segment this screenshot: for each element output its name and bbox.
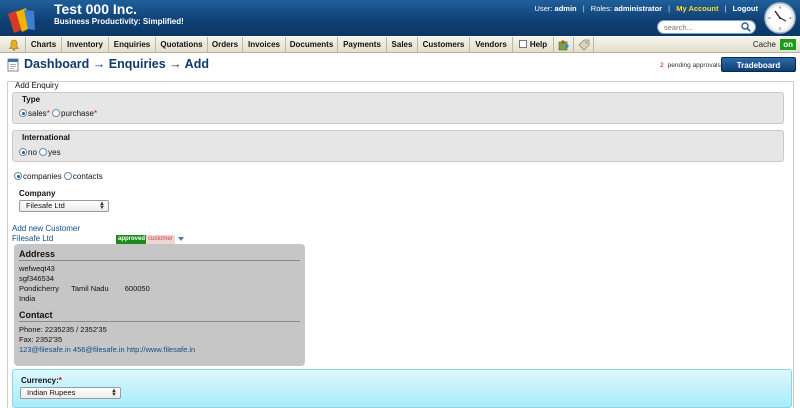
form-legend: Add Enquiry bbox=[15, 81, 59, 90]
nav-item-inventory[interactable]: Inventory bbox=[62, 37, 109, 53]
address-heading: Address bbox=[19, 249, 56, 259]
nav-item-payments[interactable]: Payments bbox=[338, 37, 387, 53]
type-radio-sales[interactable] bbox=[19, 109, 27, 117]
nav-puzzle[interactable] bbox=[554, 37, 574, 53]
address-city-line: Pondicherry Tamil Nadu 600050 bbox=[19, 284, 150, 293]
search-input[interactable] bbox=[664, 21, 744, 33]
customer-name-link[interactable]: Filesafe Ltd bbox=[12, 234, 53, 243]
currency-label-wrap: Currency:* bbox=[21, 376, 62, 385]
cache-label: Cache bbox=[752, 40, 776, 49]
pending-count: 2 bbox=[660, 62, 664, 69]
contact-phone: Phone: 2235235 / 2352'35 bbox=[19, 325, 107, 334]
company-name: Test 000 Inc. bbox=[54, 1, 138, 17]
contact-divider bbox=[19, 321, 300, 322]
user-name: admin bbox=[554, 4, 577, 13]
nav-item-sales[interactable]: Sales bbox=[387, 37, 418, 53]
my-account-link[interactable]: My Account bbox=[676, 4, 718, 13]
document-icon bbox=[7, 58, 19, 72]
nav-item-help[interactable]: Help bbox=[530, 40, 547, 49]
type-fieldset bbox=[12, 92, 784, 124]
customer-badge: customer bbox=[146, 235, 175, 244]
cache-control[interactable]: Cache on bbox=[753, 39, 796, 51]
page-title: Dashboard → Enquiries → Add bbox=[24, 57, 209, 71]
party-option-companies[interactable]: companies bbox=[23, 172, 62, 181]
nav-tag[interactable] bbox=[574, 37, 594, 53]
tagline: Business Productivity: Simplified! bbox=[54, 17, 184, 26]
nav-item-enquiries[interactable]: Enquiries bbox=[109, 37, 156, 53]
customer-details-panel: Address wefweqt43 sgf346534 Pondicherry … bbox=[14, 244, 305, 366]
party-options: companies contacts bbox=[14, 172, 103, 181]
address-line2: sgf346534 bbox=[19, 274, 55, 283]
nav-item-customers[interactable]: Customers bbox=[418, 37, 470, 53]
type-radio-purchase[interactable] bbox=[52, 109, 61, 117]
international-fieldset bbox=[12, 130, 784, 162]
nav-item-invoices[interactable]: Invoices bbox=[243, 37, 286, 53]
currency-select-value: Indian Rupees bbox=[27, 388, 76, 397]
international-option-yes[interactable]: yes bbox=[48, 148, 60, 157]
pending-approvals[interactable]: 2 pending approvals bbox=[660, 62, 721, 69]
website-link[interactable]: http://www.filesafe.in bbox=[127, 345, 195, 354]
roles-label: Roles: bbox=[590, 4, 613, 13]
nav-item-quotations[interactable]: Quotations bbox=[156, 37, 208, 53]
nav-item-documents[interactable]: Documents bbox=[286, 37, 338, 53]
tradeboard-button[interactable]: Tradeboard bbox=[721, 57, 796, 72]
nav-item-orders[interactable]: Orders bbox=[208, 37, 243, 53]
international-options: no yes bbox=[19, 148, 61, 157]
party-option-contacts[interactable]: contacts bbox=[73, 172, 103, 181]
international-radio-no[interactable] bbox=[19, 148, 27, 156]
address-city: Pondicherry bbox=[19, 284, 60, 293]
contact-heading: Contact bbox=[19, 310, 53, 320]
party-radio-contacts[interactable] bbox=[63, 172, 72, 180]
chevron-down-icon[interactable] bbox=[178, 237, 184, 241]
international-radio-yes[interactable] bbox=[39, 148, 48, 156]
top-header: Test 000 Inc. Business Productivity: Sim… bbox=[0, 0, 800, 36]
roles-value: administrator bbox=[614, 4, 663, 13]
company-label: Company bbox=[19, 189, 56, 198]
address-divider bbox=[19, 260, 300, 261]
type-option-purchase[interactable]: purchase bbox=[61, 109, 94, 118]
approved-badge: approved bbox=[116, 235, 148, 244]
currency-select[interactable]: Indian Rupees ▲ ▼ bbox=[20, 387, 121, 399]
select-arrows-icon: ▲ ▼ bbox=[111, 388, 117, 398]
nav-item-help-wrap[interactable]: Help bbox=[513, 37, 554, 53]
nav-item-charts[interactable]: Charts bbox=[26, 37, 62, 53]
search-icon[interactable] bbox=[741, 22, 751, 32]
user-label: User: bbox=[534, 4, 553, 13]
nav-item-vendors[interactable]: Vendors bbox=[470, 37, 513, 53]
email-link-2[interactable]: 456@filesafe.in bbox=[73, 345, 125, 354]
cache-toggle[interactable]: on bbox=[780, 39, 796, 50]
help-checkbox[interactable] bbox=[518, 40, 527, 48]
logout-link[interactable]: Logout bbox=[733, 4, 758, 13]
email-link-1[interactable]: 123@filesafe.in bbox=[19, 345, 71, 354]
user-bar: User: admin | Roles: administrator | My … bbox=[534, 4, 758, 13]
international-option-no[interactable]: no bbox=[28, 148, 37, 157]
address-state: Tamil Nadu bbox=[71, 284, 109, 293]
puzzle-icon[interactable] bbox=[558, 39, 570, 51]
logo-icon[interactable] bbox=[8, 8, 38, 34]
company-select-value: Filesafe Ltd bbox=[26, 201, 65, 210]
add-new-customer-link[interactable]: Add new Customer bbox=[12, 224, 80, 233]
contact-web-line: 123@filesafe.in 456@filesafe.in http://w… bbox=[19, 345, 195, 354]
address-line1: wefweqt43 bbox=[19, 264, 55, 273]
currency-fieldset: Currency:* Indian Rupees ▲ ▼ bbox=[12, 369, 792, 408]
pending-label: pending approvals bbox=[667, 62, 721, 69]
nav-home[interactable] bbox=[0, 37, 26, 53]
address-country: India bbox=[19, 294, 36, 303]
party-radio-companies[interactable] bbox=[14, 172, 22, 180]
type-options: sales* purchase* bbox=[19, 109, 97, 118]
international-label: International bbox=[22, 133, 71, 142]
contact-fax: Fax: 2352'35 bbox=[19, 335, 63, 344]
main-nav: Charts Inventory Enquiries Quotations Or… bbox=[0, 37, 800, 53]
currency-label: Currency: bbox=[21, 376, 59, 385]
company-select[interactable]: Filesafe Ltd ▲ ▼ bbox=[19, 200, 109, 212]
type-label: Type bbox=[22, 95, 41, 104]
tag-icon[interactable] bbox=[578, 39, 590, 51]
clock-icon bbox=[764, 2, 796, 34]
search-box[interactable] bbox=[657, 20, 756, 34]
address-zip: 600050 bbox=[124, 284, 150, 293]
select-arrows-icon: ▲ ▼ bbox=[99, 201, 105, 211]
type-option-sales[interactable]: sales bbox=[28, 109, 47, 118]
